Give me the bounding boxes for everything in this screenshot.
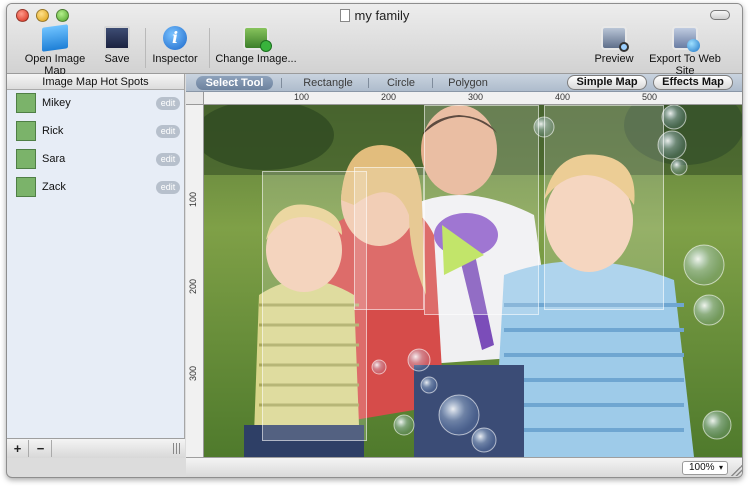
refresh-badge-icon	[260, 40, 272, 52]
preview-button[interactable]: Preview	[594, 26, 634, 65]
sidebar-resize-handle[interactable]	[173, 443, 181, 454]
status-bar: 100% ▾	[186, 457, 742, 477]
hotspot-thumbnail	[16, 177, 36, 197]
tool-separator	[368, 78, 369, 88]
save-icon	[104, 26, 130, 50]
hot-spots-sidebar: Image Map Hot Spots Mikey edit Rick edit…	[7, 74, 185, 458]
hotspot-overlay-rick[interactable]	[424, 105, 539, 315]
effects-map-button[interactable]: Effects Map	[653, 75, 733, 90]
hotspot-overlay-zack[interactable]	[544, 105, 664, 310]
ruler-label: 300	[468, 92, 484, 102]
tool-polygon[interactable]: Polygon	[440, 76, 496, 90]
ruler-label: 100	[188, 191, 198, 207]
hotspot-row-rick[interactable]: Rick edit	[7, 118, 184, 146]
export-to-web-site-button[interactable]: Export To Web Site	[639, 26, 731, 77]
app-window: my family Open Image Map Save i Inspecto…	[6, 3, 743, 478]
edit-button[interactable]: edit	[156, 181, 180, 194]
edit-button[interactable]: edit	[156, 125, 180, 138]
ruler-corner	[186, 92, 204, 105]
hotspot-row-mikey[interactable]: Mikey edit	[7, 90, 184, 118]
zoom-value: 100%	[689, 462, 715, 473]
ruler-label: 100	[294, 92, 310, 102]
tool-select[interactable]: Select Tool	[196, 76, 273, 90]
window-title: my family	[7, 8, 742, 23]
edit-button[interactable]: edit	[156, 153, 180, 166]
inspector-label: Inspector	[152, 53, 198, 65]
vertical-ruler: 100 200 300	[186, 105, 204, 457]
open-map-icon	[42, 24, 68, 52]
hotspot-label: Mikey	[42, 97, 71, 109]
open-image-map-button[interactable]: Open Image Map	[15, 24, 95, 77]
ruler-label: 500	[642, 92, 658, 102]
ruler-label: 200	[188, 278, 198, 294]
save-label: Save	[104, 53, 130, 65]
tool-circle[interactable]: Circle	[376, 76, 426, 90]
remove-hotspot-button[interactable]: −	[30, 440, 52, 457]
simple-map-button[interactable]: Simple Map	[567, 75, 647, 90]
add-hotspot-button[interactable]: +	[7, 440, 29, 457]
tool-bar: Select Tool Rectangle Circle Polygon Sim…	[186, 74, 742, 92]
hotspot-label: Rick	[42, 125, 64, 137]
ruler-label: 200	[381, 92, 397, 102]
tool-separator	[281, 78, 282, 88]
hotspot-overlay-mikey[interactable]	[262, 171, 367, 441]
hotspot-overlay-sara[interactable]	[354, 167, 424, 310]
hotspot-row-zack[interactable]: Zack edit	[7, 174, 184, 202]
zoom-select[interactable]: 100% ▾	[682, 461, 728, 475]
change-image-label: Change Image...	[215, 53, 297, 65]
chevron-down-icon: ▾	[718, 463, 723, 472]
tool-rectangle[interactable]: Rectangle	[294, 76, 362, 90]
preview-label: Preview	[594, 53, 634, 65]
hotspot-thumbnail	[16, 121, 36, 141]
document-icon	[339, 9, 350, 22]
inspector-button[interactable]: i Inspector	[151, 26, 199, 65]
hotspot-thumbnail	[16, 93, 36, 113]
window-title-text: my family	[354, 8, 410, 23]
sidebar-footer: + −	[7, 438, 185, 458]
hotspot-label: Zack	[42, 181, 66, 193]
hotspot-row-sara[interactable]: Sara edit	[7, 146, 184, 174]
toolbar-separator	[145, 28, 146, 68]
sidebar-header: Image Map Hot Spots	[7, 74, 184, 90]
hotspot-thumbnail	[16, 149, 36, 169]
tool-separator	[432, 78, 433, 88]
toolbar-separator	[209, 28, 210, 68]
globe-icon	[687, 39, 700, 52]
change-image-button[interactable]: Change Image...	[215, 26, 297, 65]
horizontal-ruler: 100 200 300 400 500	[204, 92, 742, 105]
hotspot-label: Sara	[42, 153, 66, 165]
export-web-icon	[672, 26, 700, 52]
edit-button[interactable]: edit	[156, 97, 180, 110]
ruler-label: 300	[188, 365, 198, 381]
image-canvas[interactable]	[204, 105, 742, 457]
change-image-icon	[243, 26, 272, 52]
preview-icon	[601, 26, 629, 52]
magnifier-icon	[619, 42, 629, 52]
window-resize-handle[interactable]	[731, 465, 742, 476]
title-bar: my family Open Image Map Save i Inspecto…	[7, 4, 742, 77]
ruler-label: 400	[555, 92, 571, 102]
info-icon: i	[163, 26, 187, 50]
toolbar-toggle-button[interactable]	[710, 10, 730, 20]
save-button[interactable]: Save	[101, 26, 133, 65]
